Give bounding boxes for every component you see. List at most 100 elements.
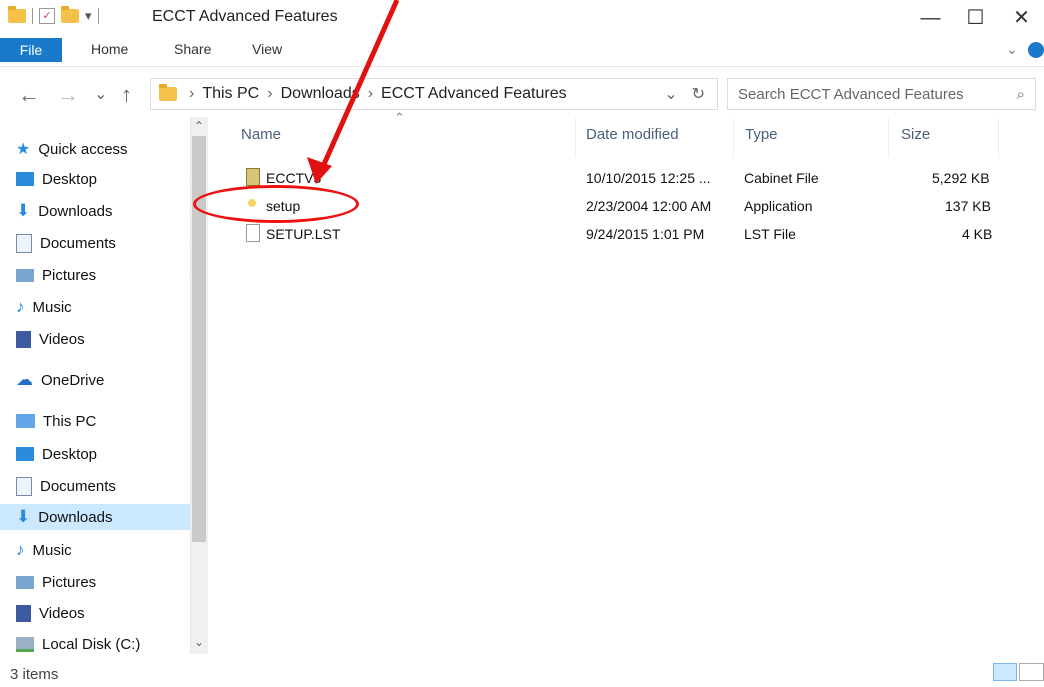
sidebar-item-label: Quick access bbox=[38, 140, 128, 158]
tab-file[interactable]: File bbox=[0, 38, 62, 62]
sidebar-item-documents[interactable]: Documents ✦ bbox=[16, 230, 198, 256]
new-folder-icon[interactable] bbox=[61, 6, 79, 23]
local-disk-icon bbox=[16, 636, 34, 652]
search-placeholder: Search ECCT Advanced Features bbox=[738, 85, 964, 103]
videos-icon bbox=[16, 330, 31, 348]
customize-quick-access-icon[interactable]: ▾ bbox=[85, 8, 92, 24]
sidebar-item-this-pc-music[interactable]: ♪ Music bbox=[16, 537, 72, 563]
address-dropdown-icon[interactable]: ⌄ bbox=[664, 84, 677, 104]
column-divider[interactable] bbox=[575, 118, 576, 158]
breadcrumb-separator-icon: › bbox=[189, 85, 195, 102]
sidebar-item-onedrive[interactable]: ☁ OneDrive bbox=[16, 367, 104, 393]
up-button[interactable]: ↑ bbox=[121, 82, 132, 108]
sidebar-item-this-pc[interactable]: This PC bbox=[16, 408, 96, 434]
column-divider[interactable] bbox=[733, 118, 734, 158]
file-date: 10/10/2015 12:25 ... bbox=[586, 170, 711, 186]
folder-icon bbox=[8, 6, 26, 23]
column-divider[interactable] bbox=[998, 118, 999, 158]
search-icon[interactable]: ⌕ bbox=[1017, 86, 1025, 103]
sidebar-item-label: Downloads bbox=[38, 508, 113, 526]
file-date: 9/24/2015 1:01 PM bbox=[586, 226, 705, 242]
sidebar-item-downloads[interactable]: ⬇ Downloads ✦ bbox=[16, 198, 198, 224]
sidebar-item-this-pc-pictures[interactable]: Pictures bbox=[16, 569, 96, 595]
pictures-icon bbox=[16, 268, 34, 282]
file-name: ECCTV3 bbox=[266, 170, 322, 186]
column-divider[interactable] bbox=[888, 118, 889, 158]
table-row[interactable]: ECCTV3 10/10/2015 12:25 ... Cabinet File… bbox=[232, 166, 1022, 192]
tab-share[interactable]: Share bbox=[174, 41, 211, 57]
sidebar-item-videos[interactable]: Videos bbox=[16, 326, 85, 352]
sidebar-item-quick-access[interactable]: ★ Quick access bbox=[16, 136, 128, 162]
maximize-button[interactable]: ☐ bbox=[953, 0, 998, 36]
column-header-size[interactable]: Size bbox=[901, 126, 930, 143]
sidebar-item-pictures[interactable]: Pictures ✦ bbox=[16, 262, 198, 288]
sidebar-item-label: Music bbox=[32, 541, 72, 559]
expand-ribbon-icon[interactable]: ⌄ bbox=[1006, 41, 1018, 58]
desktop-icon bbox=[16, 447, 34, 461]
column-header-date-modified[interactable]: Date modified bbox=[586, 126, 679, 143]
refresh-icon[interactable]: ↻ bbox=[692, 84, 705, 104]
details-view-button[interactable] bbox=[993, 663, 1017, 681]
sidebar-item-label: Videos bbox=[39, 330, 85, 348]
search-input[interactable]: Search ECCT Advanced Features ⌕ bbox=[727, 78, 1036, 110]
large-icons-view-button[interactable] bbox=[1019, 663, 1044, 681]
sidebar-item-label: Documents bbox=[40, 477, 116, 495]
sidebar-item-label: Downloads bbox=[38, 202, 113, 220]
breadcrumb-separator-icon: › bbox=[367, 85, 374, 102]
sidebar-item-label: This PC bbox=[43, 412, 97, 430]
file-size: 137 KB bbox=[945, 198, 991, 214]
column-header-type[interactable]: Type bbox=[745, 126, 778, 143]
sidebar-item-label: Desktop bbox=[42, 445, 98, 463]
file-type: LST File bbox=[744, 226, 796, 242]
sort-ascending-icon: ⌃ bbox=[394, 110, 405, 125]
help-icon[interactable] bbox=[1028, 42, 1044, 58]
sidebar-item-this-pc-desktop[interactable]: Desktop bbox=[16, 441, 97, 467]
cabinet-file-icon bbox=[246, 168, 260, 186]
downloads-icon: ⬇ bbox=[16, 201, 31, 220]
forward-button[interactable]: → bbox=[57, 82, 79, 108]
tab-view[interactable]: View bbox=[252, 41, 282, 57]
divider bbox=[97, 8, 99, 24]
close-button[interactable]: ✕ bbox=[999, 0, 1044, 36]
desktop-icon bbox=[16, 172, 34, 186]
sidebar-item-label: Pictures bbox=[42, 266, 97, 284]
music-icon: ♪ bbox=[16, 297, 25, 316]
file-size: 5,292 KB bbox=[932, 170, 990, 186]
lst-file-icon bbox=[246, 224, 260, 242]
scroll-up-icon[interactable]: ⌃ bbox=[194, 119, 204, 133]
sidebar-item-music[interactable]: ♪ Music bbox=[16, 294, 72, 320]
music-icon: ♪ bbox=[16, 540, 25, 559]
breadcrumb-this-pc[interactable]: This PC bbox=[202, 85, 259, 103]
scroll-down-icon[interactable]: ⌄ bbox=[194, 635, 204, 649]
address-box[interactable]: › This PC › Downloads › ECCT Advanced Fe… bbox=[150, 78, 718, 110]
column-header-name[interactable]: Name bbox=[241, 126, 281, 143]
file-type: Application bbox=[744, 198, 813, 214]
breadcrumb-downloads[interactable]: Downloads bbox=[281, 85, 360, 103]
breadcrumb-current-folder[interactable]: ECCT Advanced Features bbox=[381, 85, 567, 103]
sidebar-item-label: Videos bbox=[39, 604, 85, 622]
file-size: 4 KB bbox=[962, 226, 993, 242]
sidebar-item-this-pc-videos[interactable]: Videos bbox=[16, 600, 85, 626]
downloads-icon: ⬇ bbox=[16, 507, 31, 526]
videos-icon bbox=[16, 604, 31, 622]
file-name: SETUP.LST bbox=[266, 226, 341, 242]
sidebar-item-label: Pictures bbox=[42, 573, 97, 591]
divider bbox=[32, 8, 33, 24]
sidebar-item-label: Documents bbox=[40, 234, 116, 252]
file-type: Cabinet File bbox=[744, 170, 819, 186]
minimize-button[interactable]: — bbox=[908, 0, 953, 36]
back-button[interactable]: ← bbox=[18, 82, 40, 108]
item-count: 3 items bbox=[10, 666, 59, 683]
sidebar-item-label: Local Disk (C:) bbox=[42, 635, 141, 653]
table-row[interactable]: SETUP.LST 9/24/2015 1:01 PM LST File 4 K… bbox=[232, 222, 1022, 248]
breadcrumb-separator-icon: › bbox=[267, 85, 273, 102]
tab-home[interactable]: Home bbox=[91, 41, 128, 57]
status-bar: 3 items bbox=[0, 654, 1044, 687]
annotation-ellipse bbox=[193, 185, 359, 223]
sidebar-item-this-pc-documents[interactable]: Documents bbox=[16, 473, 116, 499]
sidebar-item-this-pc-downloads[interactable]: ⬇ Downloads bbox=[0, 504, 190, 530]
sidebar-item-desktop[interactable]: Desktop ✦ bbox=[16, 166, 198, 192]
properties-icon[interactable]: ✓ bbox=[39, 8, 55, 24]
recent-locations-button[interactable]: ⌄ bbox=[94, 84, 107, 104]
documents-icon bbox=[16, 476, 32, 496]
